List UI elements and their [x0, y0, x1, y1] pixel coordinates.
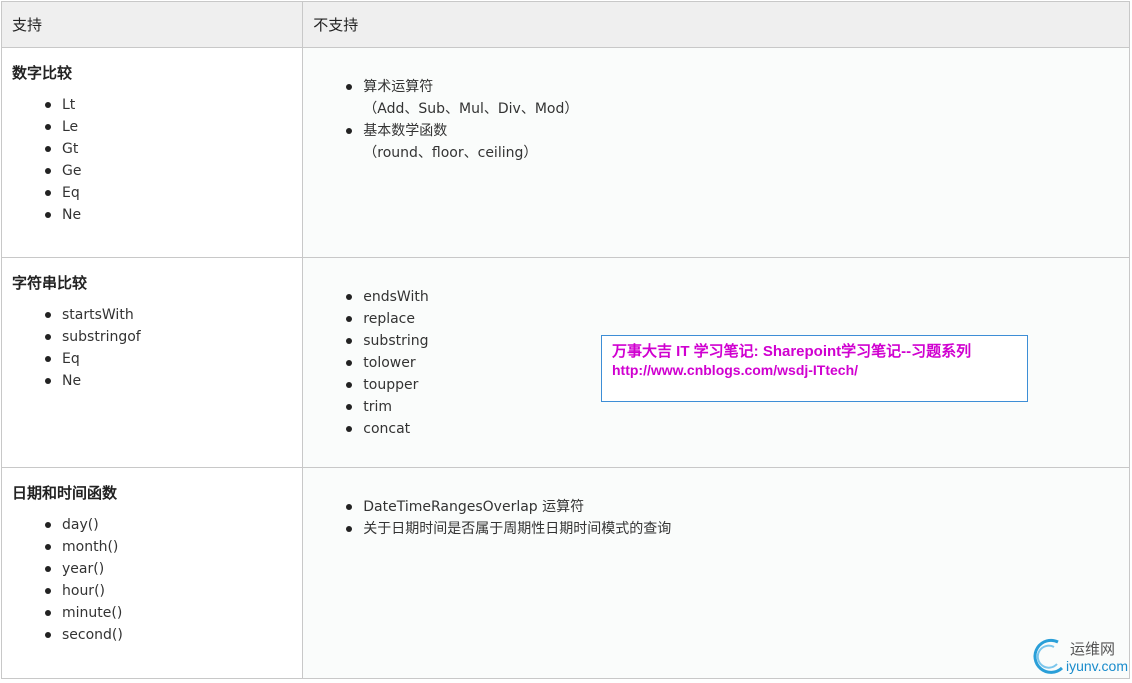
list-item: day()	[45, 514, 302, 536]
bullet-icon	[45, 102, 51, 108]
bullet-icon	[45, 378, 51, 384]
bullet-icon	[45, 566, 51, 572]
supported-cell: 数字比较 Lt Le Gt Ge Eq Ne	[0, 47, 304, 258]
section-title: 日期和时间函数	[12, 484, 118, 502]
list-item: Gt	[45, 138, 302, 160]
supported-list: Lt Le Gt Ge Eq Ne	[45, 94, 302, 226]
bullet-icon	[45, 124, 51, 130]
logo-text-cn: 运维网	[1070, 640, 1116, 658]
list-item: second()	[45, 624, 302, 646]
table-row: 日期和时间函数 day() month() year() hour() minu…	[0, 467, 1130, 679]
list-item: concat	[346, 418, 1129, 440]
list-item-detail: （Add、Sub、Mul、Div、Mod）	[363, 101, 579, 117]
unsupported-cell: DateTimeRangesOverlap 运算符 关于日期时间是否属于周期性日…	[302, 467, 1130, 679]
bullet-icon	[346, 504, 353, 510]
bullet-icon	[45, 334, 51, 340]
section-title: 字符串比较	[12, 274, 88, 292]
site-logo: 运维网 iyunv.com	[1028, 634, 1128, 678]
bullet-icon	[346, 382, 353, 388]
list-item: Lt	[45, 94, 302, 116]
bullet-icon	[346, 404, 353, 410]
supported-list: startsWith substringof Eq Ne	[45, 304, 302, 392]
table-header-row: 支持 不支持	[0, 1, 1130, 48]
swirl-logo-icon	[1033, 638, 1064, 674]
list-item: replace	[346, 308, 1129, 330]
section-title: 数字比较	[12, 64, 73, 82]
header-unsupported: 不支持	[302, 1, 1130, 48]
watermark-title: 万事大吉 IT 学习笔记: Sharepoint学习笔记--习题系列	[612, 343, 972, 360]
bullet-icon	[346, 426, 353, 432]
watermark-url[interactable]: http://www.cnblogs.com/wsdj-ITtech/	[612, 361, 1017, 380]
unsupported-list: DateTimeRangesOverlap 运算符 关于日期时间是否属于周期性日…	[346, 496, 1129, 540]
bullet-icon	[346, 128, 353, 134]
list-item: hour()	[45, 580, 302, 602]
list-item: Ge	[45, 160, 302, 182]
bullet-icon	[346, 84, 353, 90]
bullet-icon	[45, 356, 51, 362]
supported-cell: 日期和时间函数 day() month() year() hour() minu…	[0, 467, 304, 679]
list-item: substringof	[45, 326, 302, 348]
table-row: 数字比较 Lt Le Gt Ge Eq Ne 算术运算符 （Add、Sub、Mul…	[0, 47, 1130, 258]
bullet-icon	[45, 544, 51, 550]
supported-cell: 字符串比较 startsWith substringof Eq Ne	[0, 257, 304, 468]
list-item: startsWith	[45, 304, 302, 326]
list-item: 算术运算符 （Add、Sub、Mul、Div、Mod）	[346, 76, 1129, 120]
list-item: Eq	[45, 182, 302, 204]
bullet-icon	[346, 338, 353, 344]
list-item: Eq	[45, 348, 302, 370]
list-item: year()	[45, 558, 302, 580]
unsupported-cell: 算术运算符 （Add、Sub、Mul、Div、Mod） 基本数学函数 （round、…	[302, 47, 1130, 258]
list-item: Le	[45, 116, 302, 138]
list-item: 关于日期时间是否属于周期性日期时间模式的查询	[346, 518, 1129, 540]
bullet-icon	[45, 522, 51, 528]
supported-list: day() month() year() hour() minute() sec…	[45, 514, 302, 646]
list-item-detail: （round、floor、ceiling）	[363, 145, 538, 161]
bullet-icon	[346, 316, 353, 322]
bullet-icon	[45, 312, 51, 318]
list-item: endsWith	[346, 286, 1129, 308]
list-item: month()	[45, 536, 302, 558]
unsupported-list: 算术运算符 （Add、Sub、Mul、Div、Mod） 基本数学函数 （round、…	[346, 76, 1129, 164]
logo-text-en: iyunv.com	[1066, 658, 1128, 674]
list-item: 基本数学函数 （round、floor、ceiling）	[346, 120, 1129, 164]
list-item: DateTimeRangesOverlap 运算符	[346, 496, 1129, 518]
header-supported: 支持	[0, 1, 304, 48]
list-item: minute()	[45, 602, 302, 624]
bullet-icon	[45, 190, 51, 196]
bullet-icon	[45, 146, 51, 152]
bullet-icon	[45, 212, 51, 218]
bullet-icon	[45, 168, 51, 174]
bullet-icon	[45, 610, 51, 616]
bullet-icon	[346, 360, 353, 366]
bullet-icon	[45, 588, 51, 594]
list-item: Ne	[45, 370, 302, 392]
bullet-icon	[346, 294, 353, 300]
bullet-icon	[346, 526, 353, 532]
list-item: Ne	[45, 204, 302, 226]
bullet-icon	[45, 632, 51, 638]
watermark-box: 万事大吉 IT 学习笔记: Sharepoint学习笔记--习题系列 http:…	[601, 335, 1028, 402]
